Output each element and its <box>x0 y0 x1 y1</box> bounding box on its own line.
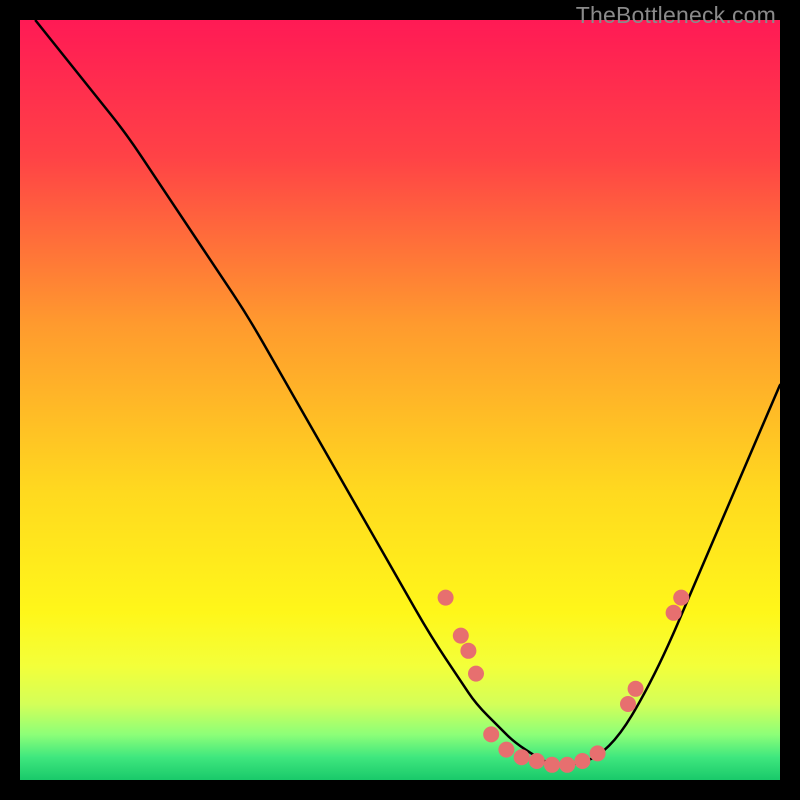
marker-point <box>666 605 682 621</box>
marker-point <box>460 643 476 659</box>
plot-area <box>20 20 780 780</box>
marker-point <box>590 745 606 761</box>
watermark-text: TheBottleneck.com <box>576 2 776 29</box>
marker-point <box>514 749 530 765</box>
marker-point <box>453 628 469 644</box>
marker-point <box>529 753 545 769</box>
marker-point <box>628 681 644 697</box>
marker-point <box>483 726 499 742</box>
bottleneck-curve <box>35 20 780 765</box>
marker-point <box>498 742 514 758</box>
marker-point <box>559 757 575 773</box>
curve-layer <box>20 20 780 780</box>
marker-point <box>544 757 560 773</box>
marker-point <box>620 696 636 712</box>
marker-point <box>574 753 590 769</box>
marker-point <box>673 590 689 606</box>
chart-frame: TheBottleneck.com <box>0 0 800 800</box>
marker-point <box>468 666 484 682</box>
marker-point <box>438 590 454 606</box>
